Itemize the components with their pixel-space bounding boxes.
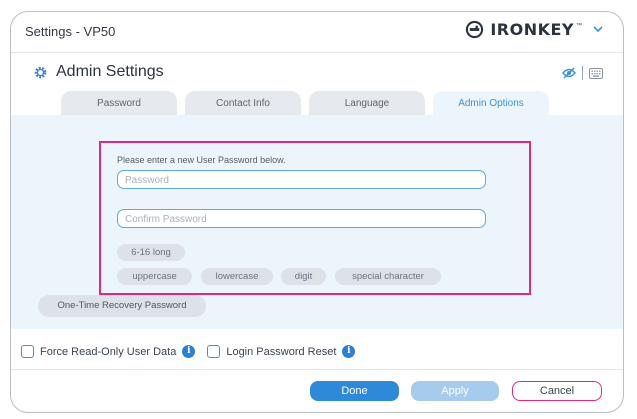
hide-password-icon[interactable] <box>562 67 576 79</box>
tab-password[interactable]: Password <box>61 91 177 115</box>
login-password-reset-checkbox[interactable]: Login Password Reset i <box>207 345 356 358</box>
tab-language[interactable]: Language <box>309 91 425 115</box>
keyboard-icon[interactable] <box>589 67 603 79</box>
chevron-down-icon[interactable] <box>593 26 603 33</box>
footer-divider <box>11 369 623 370</box>
rule-special-character: special character <box>335 268 441 285</box>
title-bar: Settings - VP50 IRONKEY ™ <box>11 12 623 53</box>
rule-length: 6-16 long <box>117 244 185 261</box>
new-password-section: Please enter a new User Password below. … <box>99 141 531 295</box>
page-title: Admin Settings <box>56 63 164 80</box>
divider <box>582 66 583 80</box>
apply-button[interactable]: Apply <box>411 381 499 401</box>
tab-contact-info[interactable]: Contact Info <box>185 91 301 115</box>
info-icon[interactable]: i <box>342 345 356 358</box>
ironkey-logo-icon <box>466 20 484 39</box>
info-icon[interactable]: i <box>182 345 196 358</box>
rule-lowercase: lowercase <box>201 268 273 285</box>
options-row: Force Read-Only User Data i Login Passwo… <box>21 345 367 358</box>
force-readonly-label: Force Read-Only User Data <box>40 345 177 358</box>
rule-uppercase: uppercase <box>117 268 192 285</box>
login-password-reset-label: Login Password Reset <box>226 345 337 358</box>
tab-admin-options[interactable]: Admin Options <box>433 91 549 115</box>
admin-settings-heading: Admin Settings <box>33 63 164 81</box>
brand-name: IRONKEY <box>490 20 574 39</box>
gear-icon <box>34 66 47 78</box>
window-title: Settings - VP50 <box>25 24 116 39</box>
force-readonly-checkbox[interactable]: Force Read-Only User Data i <box>21 345 196 358</box>
cancel-button[interactable]: Cancel <box>512 381 602 401</box>
header-tools <box>562 66 603 80</box>
rule-digit: digit <box>281 268 326 285</box>
settings-window: Settings - VP50 IRONKEY ™ Admin Settings <box>10 11 624 413</box>
tab-bar: Password Contact Info Language Admin Opt… <box>11 91 623 115</box>
confirm-password-input[interactable]: Confirm Password <box>117 209 486 228</box>
password-input[interactable]: Password <box>117 170 486 189</box>
brand-logo[interactable]: IRONKEY ™ <box>464 20 603 39</box>
password-instruction: Please enter a new User Password below. <box>117 155 286 165</box>
brand-trademark: ™ <box>576 22 582 29</box>
done-button[interactable]: Done <box>310 381 399 401</box>
checkbox-box[interactable] <box>207 345 221 358</box>
checkbox-box[interactable] <box>21 345 34 358</box>
one-time-recovery-password-button[interactable]: One-Time Recovery Password <box>38 295 206 317</box>
